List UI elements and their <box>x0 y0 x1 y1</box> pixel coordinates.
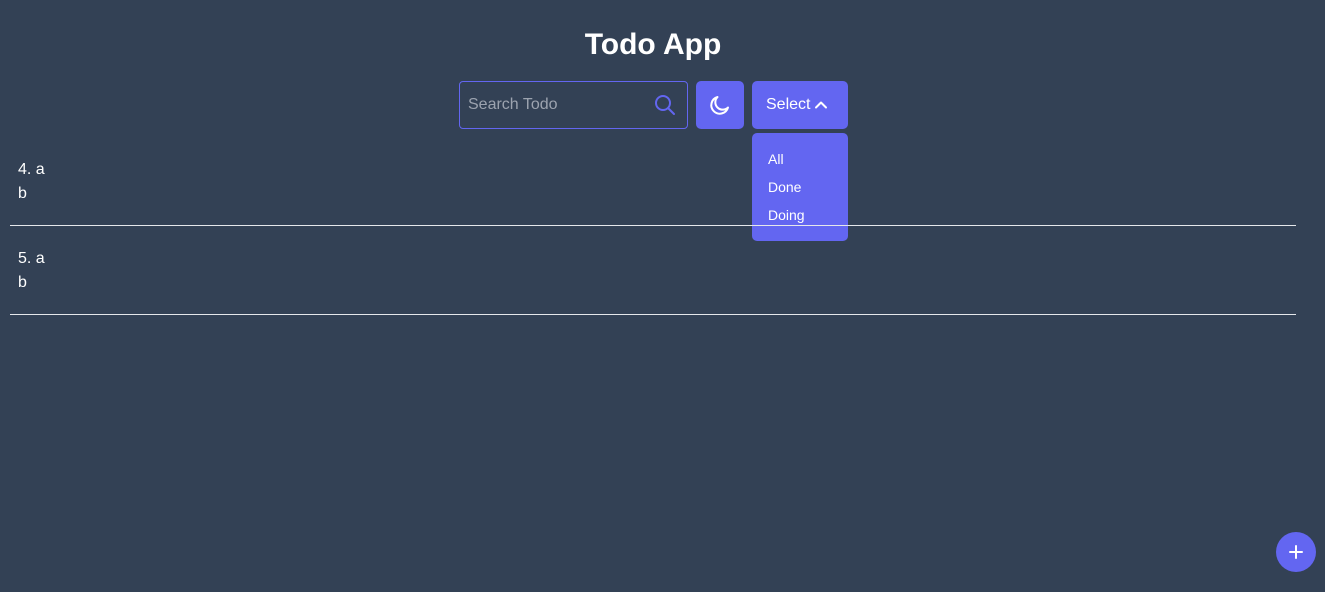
app-title: Todo App <box>584 28 722 61</box>
todo-description: b <box>18 274 27 291</box>
todo-title: 5. a <box>18 250 45 267</box>
theme-toggle-button[interactable] <box>696 81 744 129</box>
add-todo-button[interactable] <box>1276 532 1316 572</box>
filter-select-button[interactable]: Select <box>752 81 848 129</box>
todo-item[interactable]: 4. a b <box>10 150 1296 226</box>
search-input[interactable] <box>460 82 640 128</box>
moon-icon <box>710 96 729 115</box>
todo-description: b <box>18 185 27 202</box>
todo-app-page: Todo App Select All Done Doing 4. a b <box>0 0 1325 592</box>
plus-icon <box>1289 545 1303 559</box>
search-icon[interactable] <box>653 93 677 117</box>
filter-select-label: Select <box>766 96 811 113</box>
todo-item[interactable]: 5. a b <box>10 239 1296 315</box>
todo-title: 4. a <box>18 161 45 178</box>
search-box <box>459 81 688 129</box>
chevron-up-icon <box>815 101 827 109</box>
